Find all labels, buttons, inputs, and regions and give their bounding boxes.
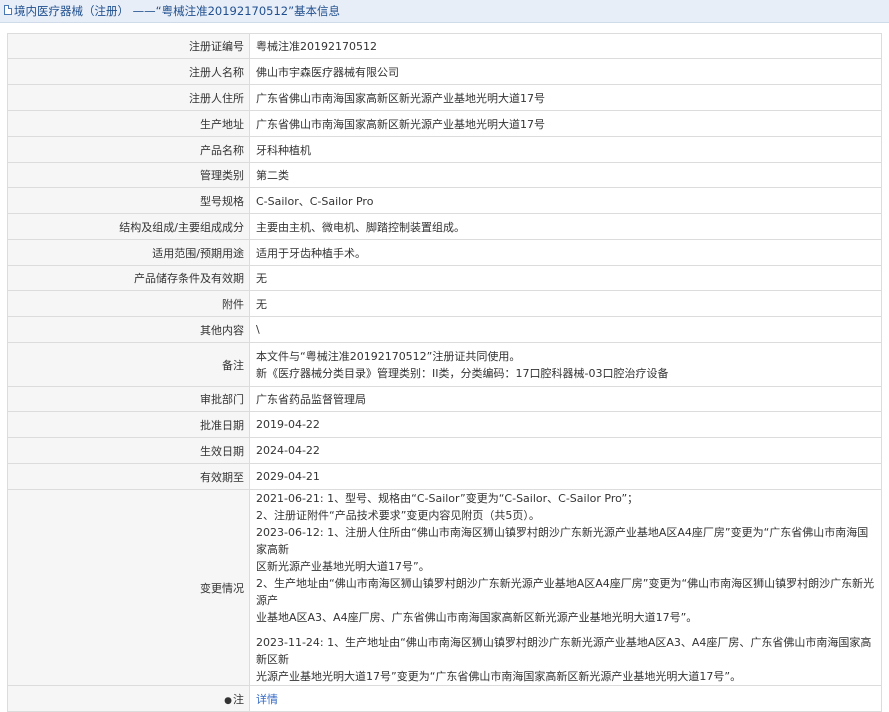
table-row: 型号规格 C-Sailor、C-Sailor Pro	[7, 187, 882, 214]
field-label: 适用范围/预期用途	[7, 239, 250, 266]
change-spacer	[256, 626, 875, 634]
table-row: 生效日期 2024-04-22	[7, 437, 882, 464]
field-label: 产品储存条件及有效期	[7, 265, 250, 291]
remark-line: 本文件与“粤械注准20192170512”注册证共同使用。	[256, 349, 521, 363]
note-label: ●注	[7, 685, 250, 712]
details-link[interactable]: 详情	[256, 693, 278, 706]
table-row: 管理类别 第二类	[7, 162, 882, 188]
page-title: 境内医疗器械（注册） ——“粤械注准20192170512”基本信息	[14, 4, 341, 18]
field-value: 无	[249, 290, 882, 317]
field-value: C-Sailor、C-Sailor Pro	[249, 187, 882, 214]
page-header: 境内医疗器械（注册） ——“粤械注准20192170512”基本信息	[0, 0, 889, 23]
field-label: 注册人住所	[7, 84, 250, 111]
field-label: 批准日期	[7, 411, 250, 438]
table-row: 变更情况 2021-06-21: 1、型号、规格由“C-Sailor”变更为“C…	[7, 489, 882, 686]
table-row: 批准日期 2019-04-22	[7, 411, 882, 438]
field-label: 审批部门	[7, 386, 250, 412]
field-value: 无	[249, 265, 882, 291]
table-row: 适用范围/预期用途 适用于牙齿种植手术。	[7, 239, 882, 266]
field-label: 产品名称	[7, 136, 250, 163]
field-label: 生效日期	[7, 437, 250, 464]
note-label-text: 注	[233, 692, 244, 706]
field-value: 牙科种植机	[249, 136, 882, 163]
changes-value: 2021-06-21: 1、型号、规格由“C-Sailor”变更为“C-Sail…	[249, 489, 882, 686]
table-row: 注册人名称 佛山市宇森医疗器械有限公司	[7, 58, 882, 85]
table-row: 注册人住所 广东省佛山市南海国家高新区新光源产业基地光明大道17号	[7, 84, 882, 111]
field-label: 其他内容	[7, 316, 250, 343]
field-label: 变更情况	[7, 489, 250, 686]
field-value: 2024-04-22	[249, 437, 882, 464]
table-row: 备注 本文件与“粤械注准20192170512”注册证共同使用。 新《医疗器械分…	[7, 342, 882, 387]
field-label: 附件	[7, 290, 250, 317]
table-row: 产品名称 牙科种植机	[7, 136, 882, 163]
table-row: 注册证编号 粤械注准20192170512	[7, 33, 882, 59]
field-value: 广东省佛山市南海国家高新区新光源产业基地光明大道17号	[249, 84, 882, 111]
field-value: \	[249, 316, 882, 343]
field-label: 注册人名称	[7, 58, 250, 85]
change-line: 2、生产地址由“佛山市南海区狮山镇罗村朗沙广东新光源产业基地A区A4座厂房”变更…	[256, 577, 875, 607]
pin-icon: ●	[224, 695, 232, 706]
table-row: 有效期至 2029-04-21	[7, 463, 882, 490]
table-row: 生产地址 广东省佛山市南海国家高新区新光源产业基地光明大道17号	[7, 110, 882, 137]
page: 境内医疗器械（注册） ——“粤械注准20192170512”基本信息 注册证编号…	[0, 0, 889, 712]
field-value: 第二类	[249, 162, 882, 188]
info-table: 注册证编号 粤械注准20192170512 注册人名称 佛山市宇森医疗器械有限公司 …	[7, 33, 882, 712]
remark-line: 新《医疗器械分类目录》管理类别：II类，分类编码：17口腔科器械-03口腔治疗设…	[256, 366, 669, 380]
field-label: 结构及组成/主要组成成分	[7, 213, 250, 240]
note-value: 详情	[249, 685, 882, 712]
table-row: ●注 详情	[7, 685, 882, 712]
field-label: 管理类别	[7, 162, 250, 188]
field-value: 主要由主机、微电机、脚踏控制装置组成。	[249, 213, 882, 240]
table-row: 产品储存条件及有效期无	[7, 265, 882, 291]
table-row: 附件无	[7, 290, 882, 317]
table-row: 审批部门 广东省药品监督管理局	[7, 386, 882, 412]
change-line: 2021-06-21: 1、型号、规格由“C-Sailor”变更为“C-Sail…	[256, 492, 639, 505]
table-row: 结构及组成/主要组成成分 主要由主机、微电机、脚踏控制装置组成。	[7, 213, 882, 240]
change-line: 2023-11-24: 1、生产地址由“佛山市南海区狮山镇罗村朗沙广东新光源产业…	[256, 636, 872, 666]
field-value: 适用于牙齿种植手术。	[249, 239, 882, 266]
field-value: 2019-04-22	[249, 411, 882, 438]
remark-value: 本文件与“粤械注准20192170512”注册证共同使用。 新《医疗器械分类目录…	[249, 342, 882, 387]
field-label: 注册证编号	[7, 33, 250, 59]
table-row: 其他内容 \	[7, 316, 882, 343]
field-label: 型号规格	[7, 187, 250, 214]
change-line: 光源产业基地光明大道17号”变更为“广东省佛山市南海国家高新区新光源产业基地光明…	[256, 670, 742, 683]
field-label: 备注	[7, 342, 250, 387]
document-icon	[4, 5, 12, 15]
field-label: 生产地址	[7, 110, 250, 137]
change-line: 2、注册证附件“产品技术要求”变更内容见附页（共5页）。	[256, 509, 540, 522]
change-line: 区新光源产业基地光明大道17号”。	[256, 560, 430, 573]
field-value: 佛山市宇森医疗器械有限公司	[249, 58, 882, 85]
field-value: 广东省佛山市南海国家高新区新光源产业基地光明大道17号	[249, 110, 882, 137]
field-value: 广东省药品监督管理局	[249, 386, 882, 412]
field-value: 粤械注准20192170512	[249, 33, 882, 59]
change-line: 2023-06-12: 1、注册人住所由“佛山市南海区狮山镇罗村朗沙广东新光源产…	[256, 526, 869, 556]
change-line: 业基地A区A3、A4座厂房、广东省佛山市南海国家高新区新光源产业基地光明大道17…	[256, 611, 698, 624]
field-value: 2029-04-21	[249, 463, 882, 490]
field-label: 有效期至	[7, 463, 250, 490]
